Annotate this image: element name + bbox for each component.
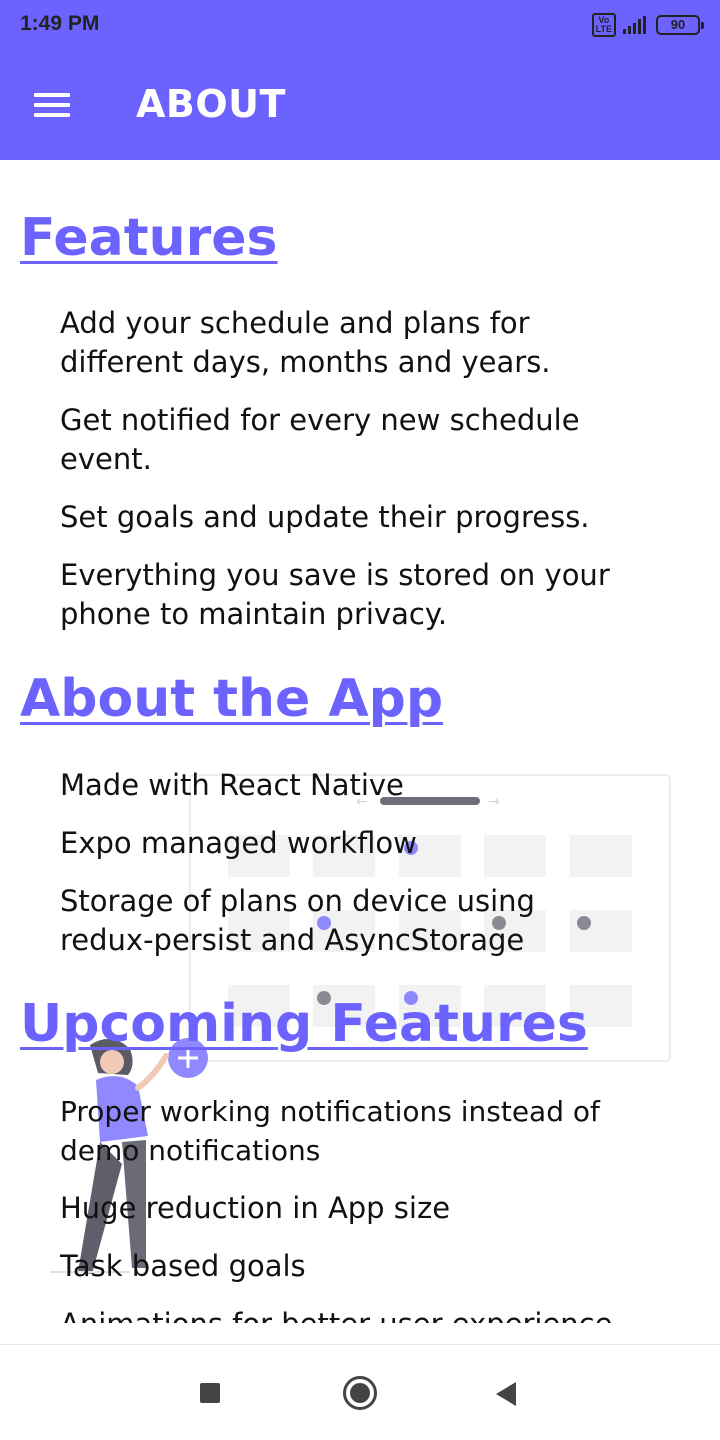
status-time: 1:49 PM bbox=[20, 12, 100, 35]
feature-item: Everything you save is stored on your ph… bbox=[60, 558, 610, 631]
features-heading: Features bbox=[20, 208, 278, 268]
upcoming-feature-item: Huge reduction in App size bbox=[60, 1191, 451, 1225]
about-app-heading: About the App bbox=[20, 669, 444, 729]
upcoming-feature-item: Proper working notifications instead of … bbox=[60, 1095, 600, 1167]
app-bar: ABOUT bbox=[0, 50, 720, 160]
about-app-item: Made with React Native bbox=[60, 768, 404, 802]
about-content[interactable]: ← → Features Add your schedule and plans… bbox=[0, 160, 720, 1323]
about-app-item: Storage of plans on device using redux-p… bbox=[60, 884, 535, 957]
feature-item: Add your schedule and plans for differen… bbox=[60, 306, 551, 379]
volte-icon: Vo LTE bbox=[591, 13, 616, 37]
page-title: ABOUT bbox=[136, 82, 286, 126]
triangle-back-icon[interactable] bbox=[488, 1373, 528, 1413]
upcoming-feature-item: Task based goals bbox=[60, 1249, 306, 1283]
battery-icon: 90 bbox=[656, 15, 704, 35]
upcoming-features-heading: Upcoming Features bbox=[20, 994, 588, 1054]
feature-item: Get notified for every new schedule even… bbox=[60, 403, 580, 476]
status-icons: Vo LTE 90 bbox=[591, 12, 704, 38]
hamburger-menu-icon[interactable] bbox=[22, 78, 82, 132]
signal-bars-icon bbox=[623, 16, 646, 34]
upcoming-feature-item: Animations for better user experience bbox=[60, 1305, 700, 1323]
circle-home-icon[interactable] bbox=[340, 1373, 380, 1413]
square-recents-icon[interactable] bbox=[190, 1373, 230, 1413]
system-nav-bar bbox=[0, 1344, 720, 1440]
about-app-item: Expo managed workflow bbox=[60, 826, 417, 860]
status-bar: 1:49 PM Vo LTE 90 bbox=[0, 0, 720, 50]
feature-item: Set goals and update their progress. bbox=[60, 500, 590, 534]
